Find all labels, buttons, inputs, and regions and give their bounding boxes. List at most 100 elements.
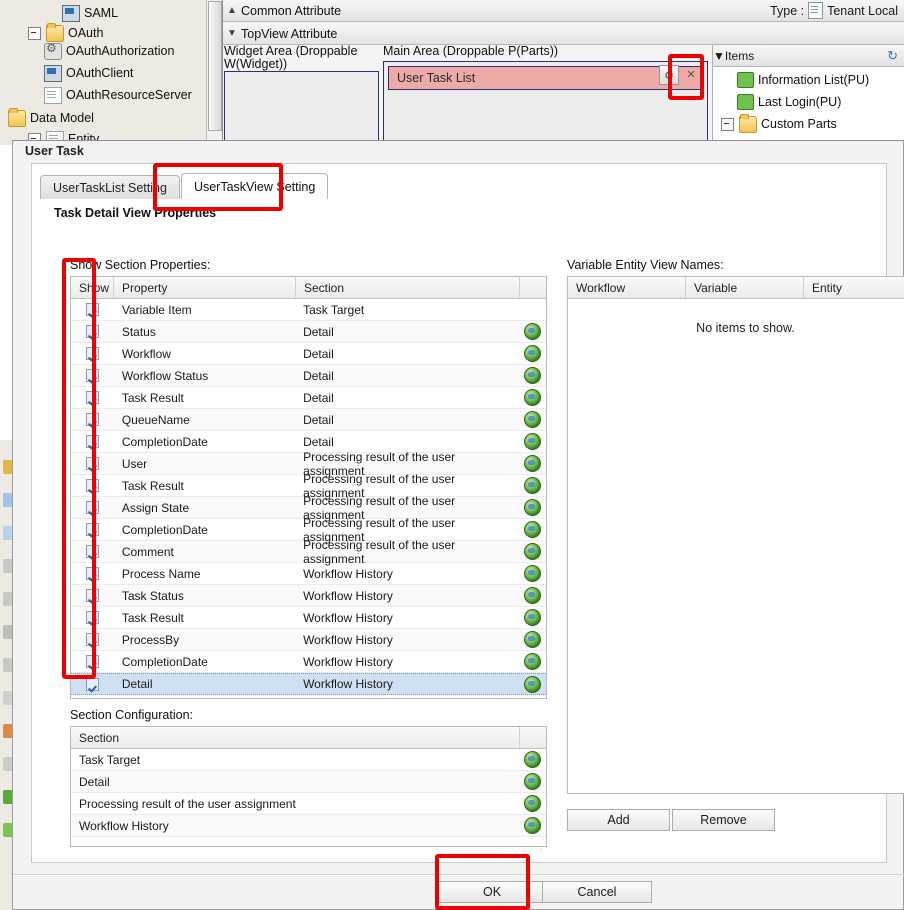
show-checkbox[interactable]: [85, 347, 99, 360]
show-checkbox[interactable]: [85, 589, 99, 602]
chevron-down-icon[interactable]: ▼: [713, 49, 725, 63]
widget-drop-zone[interactable]: [224, 71, 379, 145]
show-checkbox-cell[interactable]: [71, 453, 114, 474]
globe-icon-cell[interactable]: [518, 585, 546, 606]
column-header[interactable]: Entity: [804, 277, 904, 298]
globe-icon-cell[interactable]: [518, 321, 546, 342]
tree-expand-toggle[interactable]: [28, 26, 41, 40]
show-checkbox[interactable]: [85, 413, 99, 426]
show-checkbox[interactable]: [85, 369, 99, 382]
part-user-task-list[interactable]: User Task List: [388, 66, 703, 90]
globe-icon[interactable]: [523, 455, 541, 472]
show-checkbox[interactable]: [85, 501, 99, 514]
globe-icon-cell[interactable]: [518, 365, 546, 386]
globe-icon-cell[interactable]: [518, 431, 546, 452]
column-header[interactable]: Show: [71, 277, 114, 298]
globe-icon-cell[interactable]: [518, 629, 546, 650]
show-checkbox[interactable]: [85, 655, 99, 668]
show-checkbox-cell[interactable]: [71, 299, 114, 320]
table-row[interactable]: Process Name Workflow History: [71, 563, 546, 585]
globe-icon-cell[interactable]: [518, 343, 546, 364]
tree-item[interactable]: Information List(PU): [737, 69, 903, 91]
column-header[interactable]: [520, 277, 546, 298]
show-checkbox-cell[interactable]: [71, 343, 114, 364]
show-checkbox-cell[interactable]: [71, 585, 114, 606]
show-checkbox[interactable]: [85, 545, 99, 558]
globe-icon[interactable]: [523, 653, 541, 670]
column-header[interactable]: Workflow: [568, 277, 686, 298]
show-checkbox-cell[interactable]: [71, 563, 114, 584]
globe-icon[interactable]: [523, 751, 541, 768]
show-checkbox-cell[interactable]: [71, 651, 114, 672]
show-checkbox-cell[interactable]: [71, 321, 114, 342]
table-row[interactable]: ProcessBy Workflow History: [71, 629, 546, 651]
tab-usertaskview-setting[interactable]: UserTaskView Setting: [180, 173, 329, 200]
column-header[interactable]: Section: [71, 727, 520, 748]
tab-usertasklist-setting[interactable]: UserTaskList Setting: [40, 175, 180, 200]
show-checkbox[interactable]: [85, 633, 99, 646]
globe-icon[interactable]: [523, 499, 541, 516]
table-row[interactable]: Task Result Detail: [71, 387, 546, 409]
show-checkbox-cell[interactable]: [71, 431, 114, 452]
show-checkbox-cell[interactable]: [71, 607, 114, 628]
show-checkbox[interactable]: [85, 611, 99, 624]
globe-icon-cell[interactable]: [518, 453, 546, 474]
table-row[interactable]: Variable Item Task Target: [71, 299, 546, 321]
part-settings-button[interactable]: ⚙: [659, 65, 679, 85]
show-checkbox-cell[interactable]: [71, 409, 114, 430]
globe-icon[interactable]: [523, 345, 541, 362]
items-panel-header[interactable]: ▼ Items ↻: [713, 45, 904, 67]
topview-attribute-bar[interactable]: ▼ TopView Attribute: [223, 23, 904, 45]
globe-icon[interactable]: [523, 411, 541, 428]
section-configuration-grid[interactable]: Section Task Target Detail Processing resu…: [70, 726, 547, 847]
show-checkbox-cell[interactable]: [71, 629, 114, 650]
refresh-icon[interactable]: ↻: [887, 48, 898, 64]
tree-expand-toggle[interactable]: [721, 117, 734, 131]
tree-item[interactable]: OAuthClient: [44, 62, 206, 84]
table-row[interactable]: Task Target: [71, 749, 546, 771]
globe-icon[interactable]: [523, 543, 541, 560]
show-checkbox[interactable]: [85, 567, 99, 580]
globe-icon[interactable]: [523, 521, 541, 538]
globe-icon-cell[interactable]: [518, 749, 546, 770]
table-row[interactable]: CompletionDate Workflow History: [71, 651, 546, 673]
globe-icon[interactable]: [523, 795, 541, 812]
ok-button[interactable]: OK: [437, 881, 547, 903]
part-close-button[interactable]: ✕: [682, 65, 700, 83]
tree-item[interactable]: OAuthAuthorization: [44, 40, 206, 62]
tree-item[interactable]: OAuthResourceServer: [44, 84, 206, 106]
show-checkbox[interactable]: [85, 457, 99, 470]
common-attribute-bar[interactable]: ▲ Common Attribute Type : Tenant Local: [223, 0, 904, 22]
tree-item[interactable]: Custom Parts: [721, 113, 903, 135]
show-checkbox[interactable]: [85, 435, 99, 448]
show-checkbox[interactable]: [85, 677, 99, 691]
show-checkbox-cell[interactable]: [71, 519, 114, 540]
table-row[interactable]: Workflow History: [71, 815, 546, 837]
globe-icon-cell[interactable]: [518, 409, 546, 430]
table-row[interactable]: Task Status Workflow History: [71, 585, 546, 607]
cancel-button[interactable]: Cancel: [542, 881, 652, 903]
globe-icon[interactable]: [523, 817, 541, 834]
globe-icon[interactable]: [523, 609, 541, 626]
show-checkbox[interactable]: [85, 523, 99, 536]
column-header[interactable]: Property: [114, 277, 296, 298]
globe-icon-cell[interactable]: [518, 607, 546, 628]
globe-icon[interactable]: [523, 323, 541, 340]
globe-icon[interactable]: [523, 631, 541, 648]
globe-icon[interactable]: [523, 367, 541, 384]
globe-icon[interactable]: [523, 587, 541, 604]
globe-icon-cell[interactable]: [518, 497, 546, 518]
tree-item[interactable]: SAML: [62, 2, 206, 24]
tree-item[interactable]: Data Model: [8, 107, 206, 129]
tree-scrollbar-thumb[interactable]: [208, 1, 222, 131]
table-row[interactable]: Processing result of the user assignment: [71, 793, 546, 815]
globe-icon-cell[interactable]: [518, 541, 546, 562]
column-header[interactable]: Section: [296, 277, 520, 298]
chevron-down-icon[interactable]: ▼: [223, 28, 241, 39]
globe-icon-cell[interactable]: [518, 793, 546, 814]
tree-vertical-scrollbar[interactable]: [206, 0, 222, 145]
globe-icon-cell[interactable]: [518, 563, 546, 584]
main-drop-zone[interactable]: User Task List ⚙ ✕: [383, 61, 708, 145]
globe-icon-cell[interactable]: [518, 387, 546, 408]
table-row[interactable]: Status Detail: [71, 321, 546, 343]
